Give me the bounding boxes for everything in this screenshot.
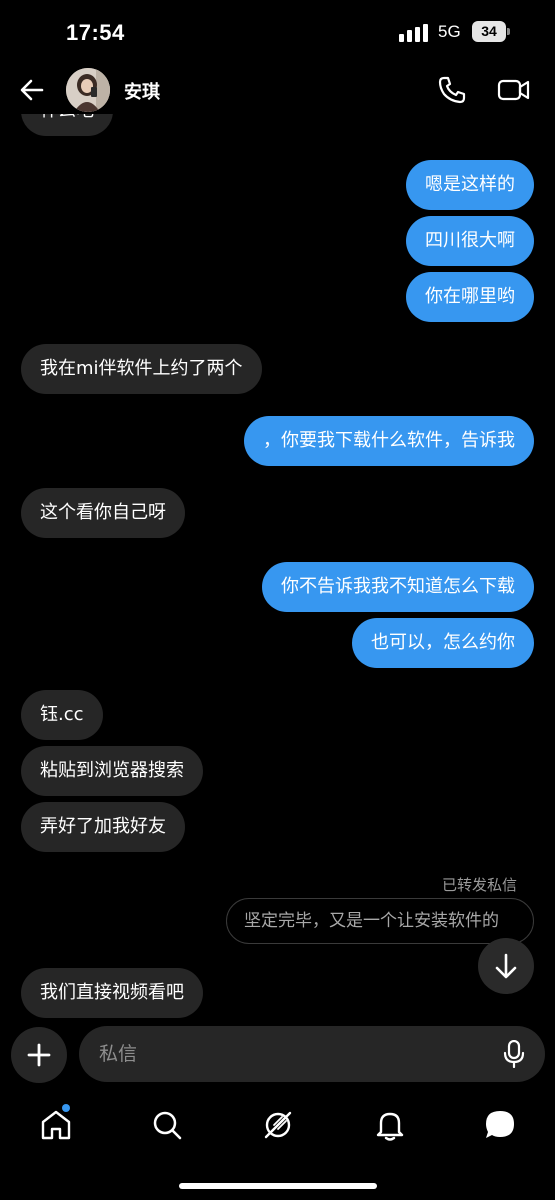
message-incoming[interactable]: 粘贴到浏览器搜索 <box>21 746 203 796</box>
phone-icon[interactable] <box>437 75 467 105</box>
forwarded-label: 已转发私信 <box>441 876 517 894</box>
message-thread[interactable]: 什么吧 嗯是这样的 四川很大啊 你在哪里哟 我在mi伴软件上约了两个 ，你要我下… <box>0 114 555 1024</box>
message-outgoing[interactable]: 也可以，怎么约你 <box>352 618 534 668</box>
contact-name[interactable]: 安琪 <box>124 78 160 104</box>
message-outgoing[interactable]: 你在哪里哟 <box>406 272 534 322</box>
message-composer <box>0 1024 555 1088</box>
signal-strength-icon <box>399 24 428 42</box>
message-outgoing[interactable]: 你不告诉我我不知道怎么下载 <box>262 562 534 612</box>
explore-compass-icon[interactable] <box>261 1108 295 1142</box>
microphone-icon[interactable] <box>503 1040 525 1068</box>
notification-dot <box>62 1104 70 1112</box>
bell-icon[interactable] <box>373 1108 407 1142</box>
message-outgoing[interactable]: 四川很大啊 <box>406 216 534 266</box>
scroll-to-bottom-button[interactable] <box>478 938 534 994</box>
network-type: 5G <box>438 22 461 41</box>
home-icon[interactable] <box>39 1108 73 1142</box>
message-input-container <box>79 1026 545 1082</box>
plus-icon <box>27 1043 51 1067</box>
video-camera-icon[interactable] <box>497 75 531 105</box>
message-incoming[interactable]: 钰.cc <box>21 690 103 740</box>
battery-icon: 34 <box>472 21 510 42</box>
avatar[interactable] <box>66 68 110 112</box>
message-outgoing[interactable]: ，你要我下载什么软件，告诉我 <box>244 416 534 466</box>
arrow-down-icon <box>495 953 517 979</box>
bottom-navigation <box>0 1098 555 1154</box>
back-arrow-icon[interactable] <box>18 76 46 104</box>
chat-header: 安琪 <box>0 66 555 114</box>
message-outgoing[interactable]: 嗯是这样的 <box>406 160 534 210</box>
message-incoming[interactable]: 什么吧 <box>21 114 113 136</box>
message-incoming[interactable]: 这个看你自己呀 <box>21 488 185 538</box>
search-icon[interactable] <box>150 1108 184 1142</box>
home-indicator <box>179 1183 377 1189</box>
message-incoming[interactable]: 我在mi伴软件上约了两个 <box>21 344 262 394</box>
add-attachment-button[interactable] <box>11 1027 67 1083</box>
messages-icon[interactable] <box>483 1108 517 1142</box>
message-input[interactable] <box>99 1026 489 1082</box>
status-bar: 17:54 5G 34 <box>0 0 555 66</box>
message-incoming[interactable]: 我们直接视频看吧 <box>21 968 203 1018</box>
message-incoming[interactable]: 弄好了加我好友 <box>21 802 185 852</box>
status-time: 17:54 <box>66 20 125 45</box>
battery-level: 34 <box>472 21 506 42</box>
